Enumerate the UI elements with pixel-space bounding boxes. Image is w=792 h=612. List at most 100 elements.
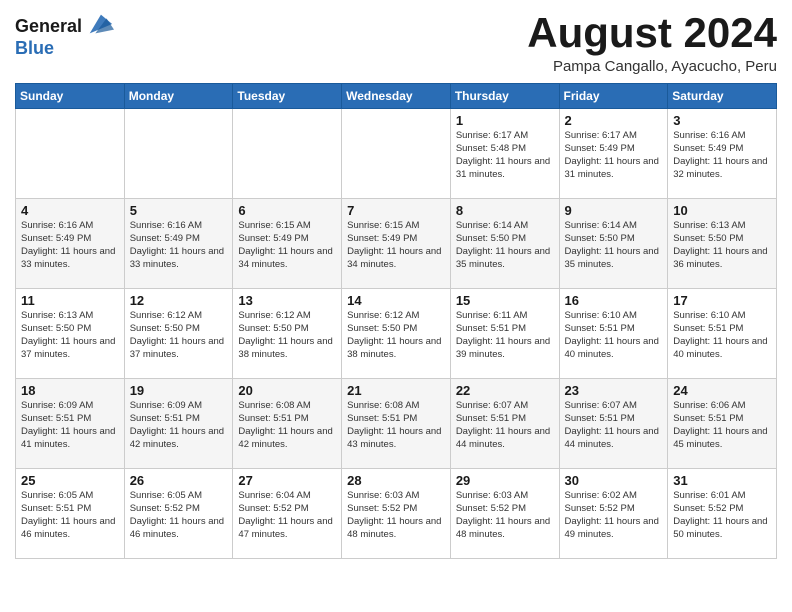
page-header: General Blue August 2024 Pampa Cangallo,… (15, 10, 777, 75)
day-info: Sunrise: 6:06 AM Sunset: 5:51 PM Dayligh… (673, 400, 771, 451)
day-number: 4 (21, 203, 119, 218)
day-info: Sunrise: 6:01 AM Sunset: 5:52 PM Dayligh… (673, 490, 771, 541)
calendar-cell (342, 109, 451, 199)
day-info: Sunrise: 6:14 AM Sunset: 5:50 PM Dayligh… (565, 220, 663, 271)
calendar-table: SundayMondayTuesdayWednesdayThursdayFrid… (15, 83, 777, 559)
day-info: Sunrise: 6:03 AM Sunset: 5:52 PM Dayligh… (456, 490, 554, 541)
day-info: Sunrise: 6:08 AM Sunset: 5:51 PM Dayligh… (238, 400, 336, 451)
calendar-week-row: 18 Sunrise: 6:09 AM Sunset: 5:51 PM Dayli… (16, 379, 777, 469)
calendar-cell: 1 Sunrise: 6:17 AM Sunset: 5:48 PM Daylig… (450, 109, 559, 199)
day-info: Sunrise: 6:05 AM Sunset: 5:52 PM Dayligh… (130, 490, 228, 541)
logo-general-text: General (15, 16, 82, 37)
day-info: Sunrise: 6:12 AM Sunset: 5:50 PM Dayligh… (238, 310, 336, 361)
day-number: 19 (130, 383, 228, 398)
day-number: 17 (673, 293, 771, 308)
day-number: 2 (565, 113, 663, 128)
day-number: 12 (130, 293, 228, 308)
calendar-cell: 25 Sunrise: 6:05 AM Sunset: 5:51 PM Dayli… (16, 469, 125, 559)
calendar-cell: 24Sunrise: 6:06 AM Sunset: 5:51 PM Dayli… (668, 379, 777, 469)
calendar-cell: 31 Sunrise: 6:01 AM Sunset: 5:52 PM Dayli… (668, 469, 777, 559)
calendar-week-row: 11Sunrise: 6:13 AM Sunset: 5:50 PM Dayli… (16, 289, 777, 379)
day-number: 22 (456, 383, 554, 398)
day-info: Sunrise: 6:17 AM Sunset: 5:49 PM Dayligh… (565, 130, 663, 181)
day-of-week-header: Wednesday (342, 84, 451, 109)
day-of-week-header: Saturday (668, 84, 777, 109)
calendar-header-row: SundayMondayTuesdayWednesdayThursdayFrid… (16, 84, 777, 109)
calendar-cell: 6Sunrise: 6:15 AM Sunset: 5:49 PM Daylig… (233, 199, 342, 289)
calendar-cell: 17 Sunrise: 6:10 AM Sunset: 5:51 PM Dayli… (668, 289, 777, 379)
calendar-cell: 20 Sunrise: 6:08 AM Sunset: 5:51 PM Dayli… (233, 379, 342, 469)
day-info: Sunrise: 6:10 AM Sunset: 5:51 PM Dayligh… (565, 310, 663, 361)
day-info: Sunrise: 6:14 AM Sunset: 5:50 PM Dayligh… (456, 220, 554, 271)
day-info: Sunrise: 6:10 AM Sunset: 5:51 PM Dayligh… (673, 310, 771, 361)
calendar-cell: 10 Sunrise: 6:13 AM Sunset: 5:50 PM Dayli… (668, 199, 777, 289)
calendar-cell: 12 Sunrise: 6:12 AM Sunset: 5:50 PM Dayli… (124, 289, 233, 379)
day-info: Sunrise: 6:11 AM Sunset: 5:51 PM Dayligh… (456, 310, 554, 361)
day-info: Sunrise: 6:03 AM Sunset: 5:52 PM Dayligh… (347, 490, 445, 541)
day-number: 21 (347, 383, 445, 398)
day-info: Sunrise: 6:16 AM Sunset: 5:49 PM Dayligh… (130, 220, 228, 271)
day-info: Sunrise: 6:05 AM Sunset: 5:51 PM Dayligh… (21, 490, 119, 541)
calendar-cell: 9Sunrise: 6:14 AM Sunset: 5:50 PM Daylig… (559, 199, 668, 289)
day-info: Sunrise: 6:16 AM Sunset: 5:49 PM Dayligh… (673, 130, 771, 181)
title-block: August 2024 Pampa Cangallo, Ayacucho, Pe… (527, 10, 777, 75)
day-number: 20 (238, 383, 336, 398)
logo: General Blue (15, 15, 114, 59)
day-info: Sunrise: 6:13 AM Sunset: 5:50 PM Dayligh… (21, 310, 119, 361)
calendar-cell: 22 Sunrise: 6:07 AM Sunset: 5:51 PM Dayli… (450, 379, 559, 469)
day-number: 16 (565, 293, 663, 308)
calendar-cell: 30 Sunrise: 6:02 AM Sunset: 5:52 PM Dayli… (559, 469, 668, 559)
calendar-cell: 26 Sunrise: 6:05 AM Sunset: 5:52 PM Dayli… (124, 469, 233, 559)
day-info: Sunrise: 6:04 AM Sunset: 5:52 PM Dayligh… (238, 490, 336, 541)
day-number: 7 (347, 203, 445, 218)
calendar-week-row: 1 Sunrise: 6:17 AM Sunset: 5:48 PM Daylig… (16, 109, 777, 199)
calendar-cell: 16 Sunrise: 6:10 AM Sunset: 5:51 PM Dayli… (559, 289, 668, 379)
day-info: Sunrise: 6:12 AM Sunset: 5:50 PM Dayligh… (130, 310, 228, 361)
day-number: 10 (673, 203, 771, 218)
day-info: Sunrise: 6:13 AM Sunset: 5:50 PM Dayligh… (673, 220, 771, 271)
location-subtitle: Pampa Cangallo, Ayacucho, Peru (527, 58, 777, 75)
calendar-cell: 28 Sunrise: 6:03 AM Sunset: 5:52 PM Dayli… (342, 469, 451, 559)
day-of-week-header: Monday (124, 84, 233, 109)
calendar-cell: 18 Sunrise: 6:09 AM Sunset: 5:51 PM Dayli… (16, 379, 125, 469)
day-info: Sunrise: 6:09 AM Sunset: 5:51 PM Dayligh… (21, 400, 119, 451)
calendar-cell: 2 Sunrise: 6:17 AM Sunset: 5:49 PM Daylig… (559, 109, 668, 199)
day-number: 23 (565, 383, 663, 398)
day-number: 15 (456, 293, 554, 308)
calendar-week-row: 4 Sunrise: 6:16 AM Sunset: 5:49 PM Daylig… (16, 199, 777, 289)
calendar-cell: 23Sunrise: 6:07 AM Sunset: 5:51 PM Dayli… (559, 379, 668, 469)
calendar-cell: 11Sunrise: 6:13 AM Sunset: 5:50 PM Dayli… (16, 289, 125, 379)
day-number: 31 (673, 473, 771, 488)
day-info: Sunrise: 6:02 AM Sunset: 5:52 PM Dayligh… (565, 490, 663, 541)
day-number: 3 (673, 113, 771, 128)
day-number: 26 (130, 473, 228, 488)
day-info: Sunrise: 6:07 AM Sunset: 5:51 PM Dayligh… (456, 400, 554, 451)
calendar-cell (124, 109, 233, 199)
day-info: Sunrise: 6:08 AM Sunset: 5:51 PM Dayligh… (347, 400, 445, 451)
day-number: 1 (456, 113, 554, 128)
calendar-cell: 21 Sunrise: 6:08 AM Sunset: 5:51 PM Dayli… (342, 379, 451, 469)
day-number: 18 (21, 383, 119, 398)
calendar-cell: 8 Sunrise: 6:14 AM Sunset: 5:50 PM Daylig… (450, 199, 559, 289)
day-of-week-header: Friday (559, 84, 668, 109)
day-number: 14 (347, 293, 445, 308)
calendar-cell: 29 Sunrise: 6:03 AM Sunset: 5:52 PM Dayli… (450, 469, 559, 559)
day-number: 13 (238, 293, 336, 308)
day-info: Sunrise: 6:09 AM Sunset: 5:51 PM Dayligh… (130, 400, 228, 451)
day-number: 25 (21, 473, 119, 488)
day-number: 30 (565, 473, 663, 488)
calendar-cell (233, 109, 342, 199)
day-info: Sunrise: 6:16 AM Sunset: 5:49 PM Dayligh… (21, 220, 119, 271)
calendar-cell: 15 Sunrise: 6:11 AM Sunset: 5:51 PM Dayli… (450, 289, 559, 379)
day-of-week-header: Thursday (450, 84, 559, 109)
day-number: 29 (456, 473, 554, 488)
day-info: Sunrise: 6:17 AM Sunset: 5:48 PM Dayligh… (456, 130, 554, 181)
calendar-cell (16, 109, 125, 199)
logo-icon (86, 10, 114, 38)
day-number: 28 (347, 473, 445, 488)
calendar-week-row: 25 Sunrise: 6:05 AM Sunset: 5:51 PM Dayli… (16, 469, 777, 559)
calendar-cell: 19 Sunrise: 6:09 AM Sunset: 5:51 PM Dayli… (124, 379, 233, 469)
day-number: 8 (456, 203, 554, 218)
month-year-title: August 2024 (527, 10, 777, 56)
day-info: Sunrise: 6:15 AM Sunset: 5:49 PM Dayligh… (238, 220, 336, 271)
